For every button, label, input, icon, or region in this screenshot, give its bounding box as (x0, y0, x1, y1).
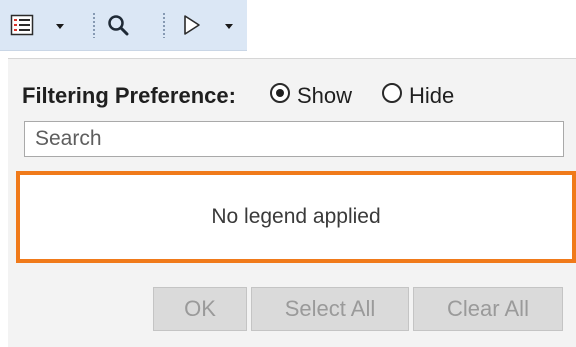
filtering-preference-label: Filtering Preference: (22, 83, 236, 108)
legend-area: No legend applied (16, 171, 576, 263)
show-radio-label[interactable]: Show (297, 83, 352, 109)
hide-radio-label[interactable]: Hide (409, 83, 454, 109)
search-input[interactable] (24, 121, 564, 157)
toolbar-grip-divider[interactable] (163, 12, 165, 38)
clear-all-button[interactable]: Clear All (413, 287, 563, 331)
show-radio[interactable] (270, 83, 290, 103)
play-icon[interactable] (180, 13, 204, 37)
filter-panel: Filtering Preference: Show Hide No legen… (8, 58, 576, 347)
no-legend-message: No legend applied (211, 205, 381, 228)
toolbar (0, 0, 247, 51)
ok-button[interactable]: OK (153, 287, 247, 331)
filter-panel-window: Filtering Preference: Show Hide No legen… (0, 0, 576, 347)
list-view-icon[interactable] (10, 13, 34, 37)
select-all-button[interactable]: Select All (251, 287, 409, 331)
search-icon[interactable] (106, 13, 130, 37)
chevron-down-icon[interactable] (224, 22, 234, 30)
chevron-down-icon[interactable] (55, 22, 65, 30)
hide-radio[interactable] (382, 83, 402, 103)
toolbar-grip-divider[interactable] (93, 12, 95, 38)
